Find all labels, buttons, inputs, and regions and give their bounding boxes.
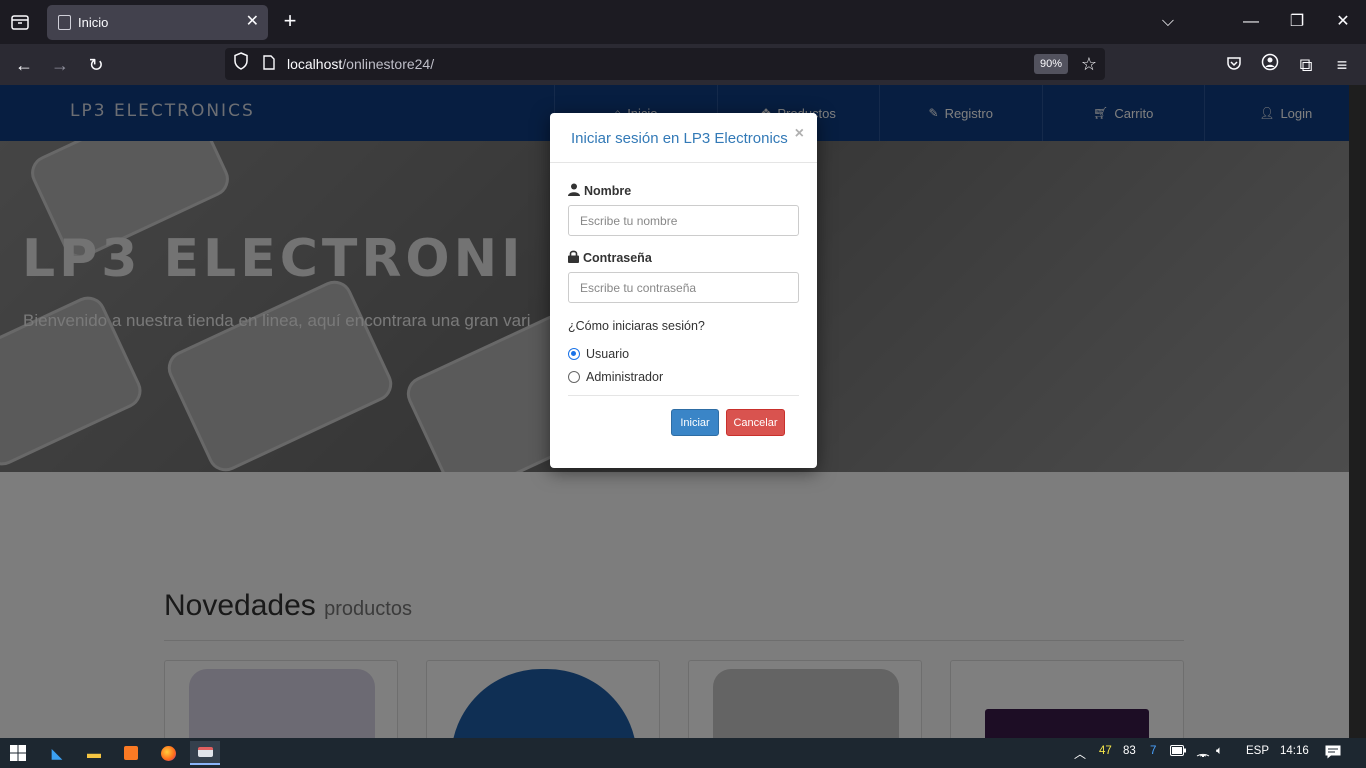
page-icon (58, 15, 71, 30)
tab-title: Inicio (78, 15, 109, 30)
windows-start-icon[interactable] (3, 741, 33, 765)
tab-overflow-chevron-icon[interactable]: ⌵ (1156, 10, 1180, 34)
url-text[interactable]: localhost/onlinestore24/ (287, 56, 434, 72)
wifi-icon[interactable] (1196, 745, 1210, 760)
name-label-text: Nombre (584, 184, 632, 198)
radio-option-usuario[interactable]: Usuario (568, 347, 629, 361)
active-app-icon[interactable] (190, 741, 220, 765)
browser-toolbar: ← → ↻ localhost/onlinestore24/ 90% ☆ ⧉ ≡ (0, 44, 1366, 85)
login-type-question: ¿Cómo iniciaras sesión? (568, 319, 705, 333)
account-icon[interactable] (1258, 53, 1282, 77)
lock-icon (568, 250, 579, 266)
language-indicator[interactable]: ESP (1246, 745, 1269, 757)
browser-tab-bar: Inicio ✕ + ⌵ — ❐ ✕ (0, 0, 1366, 44)
browser-tab[interactable]: Inicio ✕ (47, 5, 268, 40)
modal-title: Iniciar sesión en LP3 Electronics (571, 130, 788, 147)
modal-close-button[interactable]: × (795, 125, 804, 143)
vscode-icon[interactable]: ◣ (42, 741, 72, 765)
tray-number: 47 (1099, 745, 1112, 757)
url-bar[interactable]: localhost/onlinestore24/ 90% ☆ (225, 48, 1105, 80)
submit-button[interactable]: Iniciar (671, 409, 719, 436)
radio-label: Usuario (586, 347, 630, 361)
modal-divider (568, 395, 799, 396)
url-path: /onlinestore24/ (342, 56, 435, 72)
pocket-icon[interactable] (1222, 53, 1246, 77)
tray-overflow-chevron-icon[interactable]: ︿ (1074, 745, 1086, 762)
volume-icon[interactable]: 🔈︎ (1216, 745, 1223, 758)
xampp-icon[interactable] (116, 741, 146, 765)
new-tab-icon[interactable]: + (278, 10, 302, 34)
password-label-text: Contraseña (583, 251, 652, 265)
battery-icon[interactable] (1170, 745, 1186, 759)
name-input[interactable] (568, 205, 799, 236)
radio-label: Administrador (586, 370, 664, 384)
taskbar: ◣ ▬ ︿ 47 83 7 🔈︎ ESP 14:16 (0, 738, 1366, 768)
file-explorer-icon[interactable]: ▬ (79, 741, 109, 765)
reload-icon[interactable]: ↻ (84, 53, 108, 77)
login-modal: Iniciar sesión en LP3 Electronics × Nomb… (550, 113, 817, 468)
shield-icon[interactable] (229, 52, 253, 76)
radio-option-administrador[interactable]: Administrador (568, 370, 663, 384)
user-icon (568, 183, 580, 199)
cancel-button[interactable]: Cancelar (726, 409, 785, 436)
firefox-icon[interactable] (153, 741, 183, 765)
close-tab-icon[interactable]: ✕ (246, 13, 259, 31)
menu-icon[interactable]: ≡ (1330, 53, 1354, 77)
clock[interactable]: 14:16 (1280, 745, 1309, 757)
password-input[interactable] (568, 272, 799, 303)
close-window-icon[interactable]: ✕ (1331, 10, 1355, 34)
bookmark-star-icon[interactable]: ☆ (1077, 52, 1101, 76)
forward-icon[interactable]: → (48, 53, 72, 77)
page-info-icon[interactable] (257, 52, 281, 76)
page-scrollbar[interactable] (1349, 85, 1366, 738)
name-label: Nombre (568, 183, 631, 199)
radio-button[interactable] (568, 348, 580, 360)
back-icon[interactable]: ← (12, 53, 36, 77)
modal-header: Iniciar sesión en LP3 Electronics × (550, 113, 817, 163)
tab-list-icon[interactable] (8, 10, 32, 34)
tray-number: 7 (1150, 745, 1157, 757)
password-label: Contraseña (568, 250, 652, 266)
url-host: localhost (287, 56, 343, 72)
restore-icon[interactable]: ❐ (1285, 10, 1309, 34)
extensions-icon[interactable]: ⧉ (1294, 53, 1318, 77)
notifications-icon[interactable] (1325, 745, 1341, 762)
tray-number: 83 (1123, 745, 1136, 757)
zoom-level-badge[interactable]: 90% (1034, 54, 1068, 74)
minimize-icon[interactable]: — (1239, 10, 1263, 34)
radio-button[interactable] (568, 371, 580, 383)
